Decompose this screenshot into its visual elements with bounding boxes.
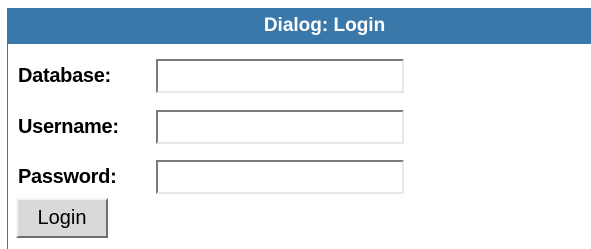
database-label: Database: [18, 64, 111, 87]
password-row: Password: [0, 160, 150, 194]
dialog-title: Dialog: Login [263, 15, 386, 36]
password-label: Password: [18, 165, 117, 188]
dialog-title-bar: Dialog: Login [8, 8, 591, 44]
database-row: Database: [0, 59, 150, 93]
login-button[interactable]: Login [16, 198, 108, 238]
username-label: Username: [18, 115, 119, 138]
username-row: Username: [0, 110, 150, 144]
username-input[interactable] [156, 110, 404, 144]
password-input[interactable] [156, 160, 404, 194]
database-input[interactable] [156, 59, 404, 93]
